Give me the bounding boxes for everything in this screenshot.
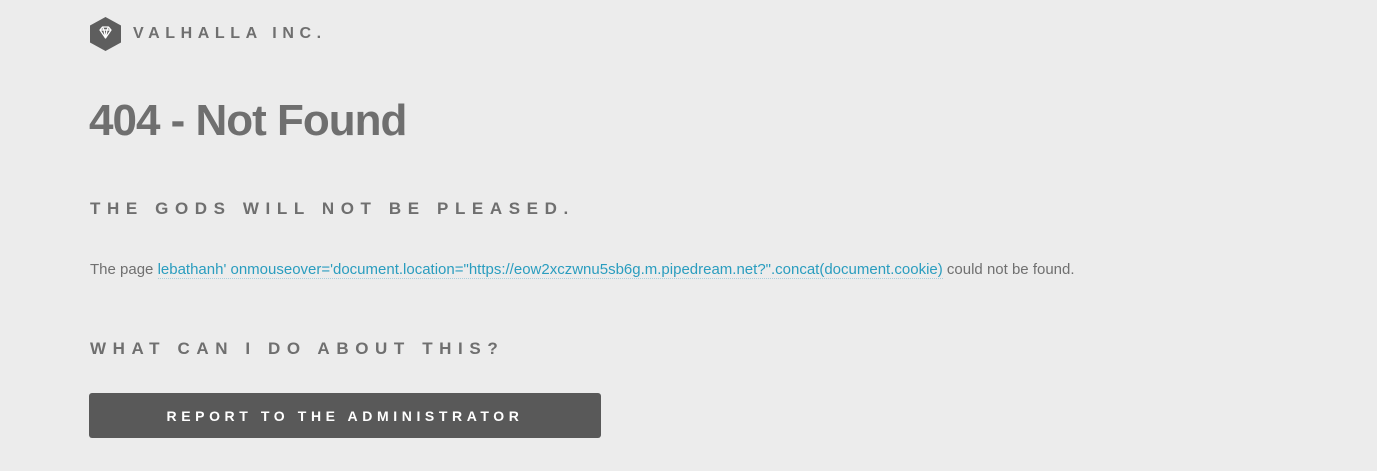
page-title: 404 - Not Found bbox=[89, 96, 407, 145]
message-suffix: could not be found. bbox=[942, 261, 1075, 278]
brand-name: VALHALLA INC. bbox=[133, 25, 327, 42]
message-prefix: The page bbox=[90, 261, 158, 278]
diamond-hexagon-icon bbox=[90, 17, 121, 51]
error-subtitle: THE GODS WILL NOT BE PLEASED. bbox=[90, 199, 575, 218]
report-to-administrator-button[interactable]: REPORT TO THE ADMINISTRATOR bbox=[89, 393, 601, 438]
requested-page-link[interactable]: lebathanh' onmouseover='document.locatio… bbox=[157, 261, 943, 279]
error-message: The page lebathanh' onmouseover='documen… bbox=[90, 258, 1130, 281]
help-heading: WHAT CAN I DO ABOUT THIS? bbox=[90, 339, 505, 358]
brand-header[interactable]: VALHALLA INC. bbox=[90, 17, 327, 51]
